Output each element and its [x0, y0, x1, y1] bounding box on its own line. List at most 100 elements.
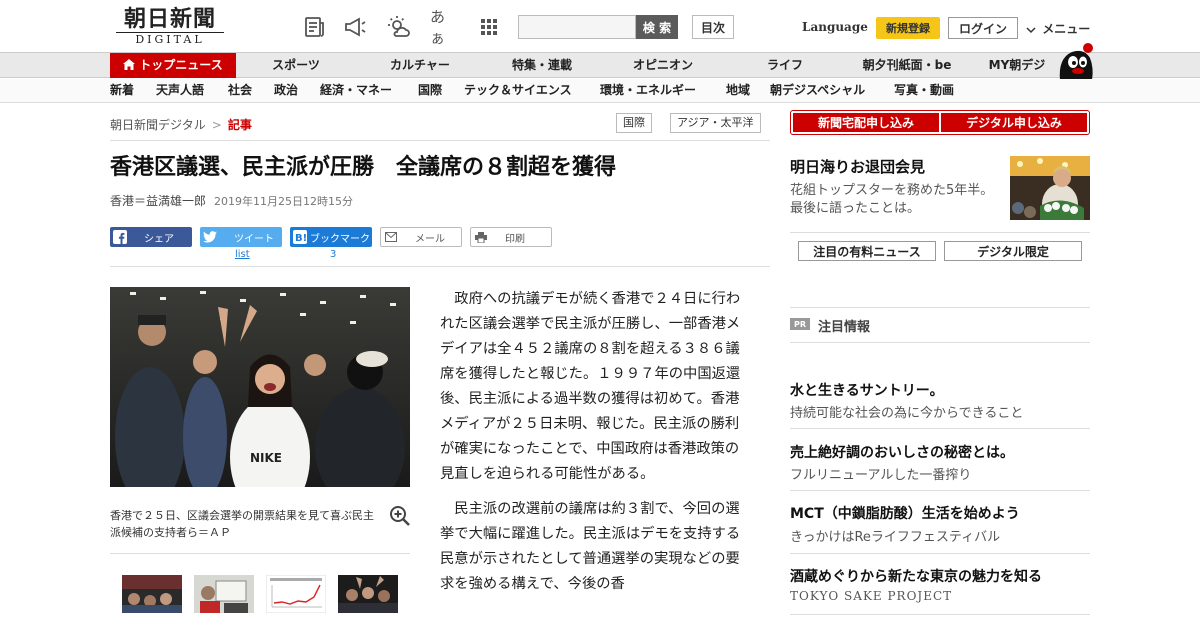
- mail-icon: [381, 227, 401, 247]
- divider: [110, 140, 770, 141]
- newspaper-icon[interactable]: [302, 14, 328, 40]
- nav-item-life[interactable]: ライフ: [748, 53, 822, 78]
- pr-ad-description[interactable]: フルリニューアルした一番搾り: [790, 464, 971, 483]
- article-author: 香港＝益満雄一郎: [110, 194, 207, 208]
- chevron-down-icon: [1026, 22, 1042, 36]
- promo-photo[interactable]: [1010, 156, 1090, 220]
- pr-ad-description[interactable]: きっかけはReライフフェスティバル: [790, 526, 1000, 545]
- facebook-icon: [110, 227, 130, 247]
- thumbnail-photo[interactable]: [194, 575, 254, 613]
- menu-label: メニュー: [1042, 22, 1091, 36]
- register-button[interactable]: 新規登録: [876, 17, 940, 39]
- subnav-item-photo[interactable]: 写真・動画: [894, 79, 954, 102]
- subnav-item-economy[interactable]: 経済・マネー: [320, 79, 392, 102]
- breadcrumb: 朝日新聞デジタル > 記事: [110, 116, 252, 133]
- newspaper-subscribe-button[interactable]: 新聞宅配申し込み: [793, 113, 939, 132]
- pr-ad-title[interactable]: 売上絶好調のおいしさの秘密とは。: [790, 442, 1014, 462]
- promo-title[interactable]: 明日海りお退団会見: [790, 156, 925, 177]
- thumbnail-chart[interactable]: [266, 575, 326, 613]
- twitter-share-label: ツイート: [234, 233, 274, 245]
- photo-caption: 香港で２５日、区議会選挙の開票結果を見て喜ぶ民主派候補の支持者ら＝ＡＰ: [110, 509, 374, 539]
- search-button[interactable]: 検 索: [636, 15, 678, 39]
- pr-badge: PR: [790, 318, 810, 330]
- toc-button[interactable]: 目次: [692, 15, 734, 39]
- nav-item-culture[interactable]: カルチャー: [372, 53, 468, 78]
- thumbnail-photo[interactable]: [122, 575, 182, 613]
- divider: [790, 553, 1090, 554]
- subnav-item-society[interactable]: 社会: [228, 79, 252, 102]
- home-icon: [123, 59, 136, 70]
- print-label: 印刷: [505, 233, 525, 245]
- site-logo[interactable]: 朝日新聞 DIGITAL: [110, 6, 230, 48]
- article-paragraph: 民主派の改選前の議席は約３割で、今回の選挙で大幅に躍進した。民主派はデモを支持す…: [440, 501, 741, 592]
- twitter-list-link[interactable]: list: [235, 249, 250, 260]
- zoom-icon[interactable]: [389, 505, 411, 527]
- divider: [790, 614, 1090, 615]
- logo-main-text: 朝日新聞: [123, 6, 216, 32]
- pr-ad-title[interactable]: 水と生きるサントリー。: [790, 380, 944, 400]
- thumbnail-photo[interactable]: [338, 575, 398, 613]
- nav-item-features[interactable]: 特集・連載: [494, 53, 590, 78]
- subscribe-box: 新聞宅配申し込み デジタル申し込み: [790, 110, 1090, 135]
- login-button[interactable]: ログイン: [948, 17, 1018, 39]
- print-icon: [471, 227, 491, 247]
- hatena-bookmark-button[interactable]: B! ブックマーク: [290, 227, 372, 247]
- mascot-icon[interactable]: [1054, 42, 1094, 80]
- nav-item-top-news[interactable]: トップニュース: [110, 53, 236, 78]
- language-link[interactable]: Language: [802, 20, 868, 34]
- mail-share-button[interactable]: メール: [380, 227, 462, 247]
- facebook-share-button[interactable]: シェア: [110, 227, 192, 247]
- twitter-icon: [200, 227, 220, 247]
- article-main-photo[interactable]: NIKE: [110, 287, 410, 487]
- divider: [110, 553, 410, 554]
- twitter-share-button[interactable]: ツイート: [200, 227, 282, 247]
- pr-ad-description[interactable]: TOKYO SAKE PROJECT: [790, 589, 952, 603]
- promo-description[interactable]: 花組トップスターを務めた5年半。最後に語ったことは。: [790, 182, 995, 218]
- pr-label: 注目情報: [818, 320, 871, 335]
- digital-only-button[interactable]: デジタル限定: [944, 241, 1082, 261]
- pr-ad-title[interactable]: 酒蔵めぐりから新たな東京の魅力を知る: [790, 566, 1042, 586]
- divider: [790, 307, 1090, 308]
- search-input[interactable]: [518, 15, 636, 39]
- divider: [790, 428, 1090, 429]
- facebook-share-label: シェア: [144, 233, 174, 245]
- hatena-count[interactable]: 3: [330, 249, 336, 260]
- grid-menu-icon[interactable]: [476, 14, 502, 40]
- digital-subscribe-button[interactable]: デジタル申し込み: [941, 113, 1087, 132]
- weather-icon[interactable]: [386, 14, 412, 40]
- divider: [790, 342, 1090, 343]
- mail-share-label: メール: [415, 233, 445, 245]
- subnav-item-international[interactable]: 国際: [418, 79, 442, 102]
- svg-text:NIKE: NIKE: [250, 451, 282, 465]
- nav-item-my-asahi[interactable]: MY朝デジ: [980, 53, 1054, 78]
- breadcrumb-home[interactable]: 朝日新聞デジタル: [110, 118, 206, 132]
- print-button[interactable]: 印刷: [470, 227, 552, 247]
- divider: [110, 266, 770, 267]
- subnav-item-region[interactable]: 地域: [726, 79, 750, 102]
- divider: [790, 490, 1090, 491]
- hatena-bookmark-icon: B!: [290, 227, 310, 247]
- nav-item-opinion[interactable]: オピニオン: [618, 53, 708, 78]
- subnav-item-environment[interactable]: 環境・エネルギー: [600, 79, 696, 102]
- megaphone-icon[interactable]: [342, 14, 368, 40]
- nav-item-label: トップニュース: [139, 58, 223, 72]
- subnav-item-tech[interactable]: テック＆サイエンス: [464, 79, 572, 102]
- subnav-item-tenseijingo[interactable]: 天声人語: [156, 79, 204, 102]
- breadcrumb-separator: >: [211, 118, 222, 132]
- pr-ad-title[interactable]: MCT（中鎖脂肪酸）生活を始めよう: [790, 503, 1020, 523]
- article-body: 政府への抗議デモが続く香港で２４日に行われた区議会選挙で民主派が圧勝し、一部香港…: [440, 287, 744, 607]
- subnav-item-latest[interactable]: 新着: [110, 79, 134, 102]
- nav-item-sports[interactable]: スポーツ: [252, 53, 340, 78]
- subnav-item-politics[interactable]: 政治: [274, 79, 298, 102]
- font-size-icon[interactable]: あぁ: [430, 8, 456, 47]
- paid-news-button[interactable]: 注目の有料ニュース: [798, 241, 936, 261]
- divider: [790, 232, 1090, 233]
- tag-asia-pacific[interactable]: アジア・太平洋: [670, 113, 761, 133]
- logo-sub-text: DIGITAL: [116, 32, 224, 47]
- main-nav: トップニュース スポーツ カルチャー 特集・連載 オピニオン ライフ 朝夕刊紙面…: [0, 52, 1200, 78]
- tag-international[interactable]: 国際: [616, 113, 652, 133]
- nav-item-paper[interactable]: 朝夕刊紙面・be: [852, 53, 962, 78]
- pr-ad-description[interactable]: 持続可能な社会の為に今からできること: [790, 402, 1023, 421]
- menu-button[interactable]: メニュー: [1026, 20, 1090, 37]
- subnav-item-special[interactable]: 朝デジスペシャル: [770, 79, 865, 102]
